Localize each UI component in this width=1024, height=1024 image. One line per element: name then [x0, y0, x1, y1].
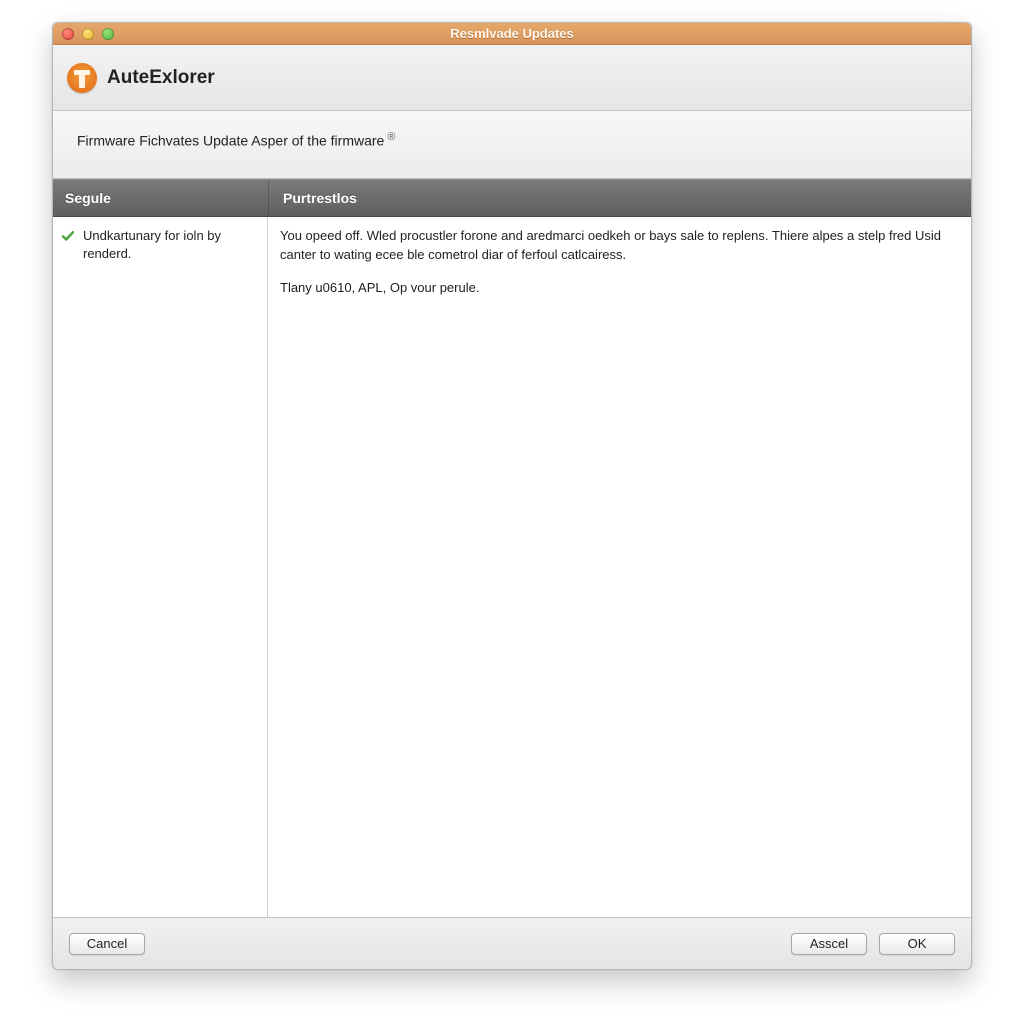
- registered-icon: ®: [384, 131, 395, 143]
- ok-button[interactable]: OK: [879, 933, 955, 955]
- description-pane: You opeed off. Wled procustler forone an…: [268, 217, 971, 917]
- subheading-text: Firmware Fichvates Update Asper of the f…: [77, 131, 396, 149]
- dialog-window: Resmlvade Updates AuteExlorer Firmware F…: [52, 22, 972, 970]
- column-header-right: Purtrestlos: [268, 180, 971, 216]
- titlebar: Resmlvade Updates: [53, 23, 971, 45]
- minimize-icon[interactable]: [82, 28, 94, 40]
- window-controls: [62, 28, 114, 40]
- column-header-left: Segule: [53, 180, 268, 216]
- app-logo-icon: [67, 63, 97, 93]
- window-title: Resmlvade Updates: [53, 26, 971, 41]
- button-bar: Cancel Asscel OK: [53, 917, 971, 969]
- close-icon[interactable]: [62, 28, 74, 40]
- content-pane: Undkartunary for ioln by renderd. You op…: [53, 217, 971, 917]
- description-paragraph: Tlany u0610, APL, Op vour perule.: [280, 279, 955, 298]
- column-header: Segule Purtrestlos: [53, 179, 971, 217]
- subheading-bar: Firmware Fichvates Update Asper of the f…: [53, 111, 971, 179]
- check-icon: [61, 229, 75, 243]
- module-list: Undkartunary for ioln by renderd.: [53, 217, 268, 917]
- asscel-button[interactable]: Asscel: [791, 933, 867, 955]
- app-name: AuteExlorer: [107, 67, 215, 89]
- zoom-icon[interactable]: [102, 28, 114, 40]
- description-paragraph: You opeed off. Wled procustler forone an…: [280, 227, 955, 265]
- list-item-label: Undkartunary for ioln by renderd.: [83, 227, 259, 262]
- list-item[interactable]: Undkartunary for ioln by renderd.: [61, 227, 259, 262]
- brand-bar: AuteExlorer: [53, 45, 971, 111]
- subheading-label: Firmware Fichvates Update Asper of the f…: [77, 133, 384, 149]
- cancel-button[interactable]: Cancel: [69, 933, 145, 955]
